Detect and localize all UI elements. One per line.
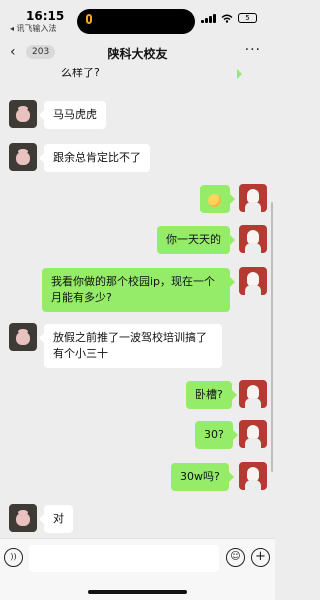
dynamic-island xyxy=(77,9,195,34)
smile-emoji-icon xyxy=(208,193,221,207)
message-bubble[interactable] xyxy=(200,185,235,213)
microphone-indicator-icon xyxy=(86,14,92,24)
avatar[interactable] xyxy=(9,143,37,171)
message-bubble[interactable]: 卧槽? xyxy=(186,381,237,409)
plus-icon[interactable]: + xyxy=(251,548,270,567)
message-bubble[interactable]: 你一天天的 xyxy=(157,226,235,254)
home-indicator xyxy=(88,590,187,594)
wifi-icon xyxy=(221,14,233,23)
scrollbar[interactable] xyxy=(271,202,273,472)
message-bubble[interactable]: 马马虎虎 xyxy=(39,101,106,129)
avatar[interactable] xyxy=(239,462,267,490)
battery-icon: 5 xyxy=(238,13,257,23)
avatar[interactable] xyxy=(9,323,37,351)
avatar[interactable] xyxy=(239,184,267,212)
status-bar: 16:15 ◂ 讯飞输入法 5 xyxy=(0,0,275,36)
message-input[interactable] xyxy=(29,545,219,572)
message-bubble[interactable]: 30w吗? xyxy=(171,463,234,491)
message-bubble[interactable]: 我看你做的那个校园ip，现在一个月能有多少? xyxy=(42,268,235,312)
status-indicators: 5 xyxy=(201,13,257,23)
message-bubble[interactable]: 对 xyxy=(39,505,73,533)
message-bubble[interactable]: 放假之前推了一波驾校培训搞了有个小三十 xyxy=(39,324,222,368)
message-text: 么样了? xyxy=(61,68,100,79)
signal-icon xyxy=(201,13,216,23)
message-bubble[interactable]: 30? xyxy=(195,421,238,449)
avatar[interactable] xyxy=(9,504,37,532)
voice-input-icon[interactable]: )) xyxy=(4,548,23,567)
avatar[interactable] xyxy=(239,225,267,253)
status-sub-label: ◂ 讯飞输入法 xyxy=(10,24,57,33)
battery-level: 5 xyxy=(245,14,250,22)
status-time: 16:15 xyxy=(26,9,65,23)
avatar[interactable] xyxy=(239,380,267,408)
avatar[interactable] xyxy=(239,420,267,448)
avatar[interactable] xyxy=(239,267,267,295)
message-list[interactable]: 么样了? 马马虎虎 跟余总肯定比不了 你一天天的 我看你做的那个校园ip，现在一… xyxy=(0,68,275,538)
more-options-icon[interactable]: ··· xyxy=(245,42,261,58)
chat-title: 陕科大校友 xyxy=(107,47,168,61)
chat-header: ‹ 203 陕科大校友 ··· xyxy=(0,38,275,68)
avatar[interactable] xyxy=(9,100,37,128)
input-bar: )) ☺ + xyxy=(0,538,275,600)
emoji-icon[interactable]: ☺ xyxy=(226,548,245,567)
message-bubble[interactable]: 跟余总肯定比不了 xyxy=(39,144,150,172)
